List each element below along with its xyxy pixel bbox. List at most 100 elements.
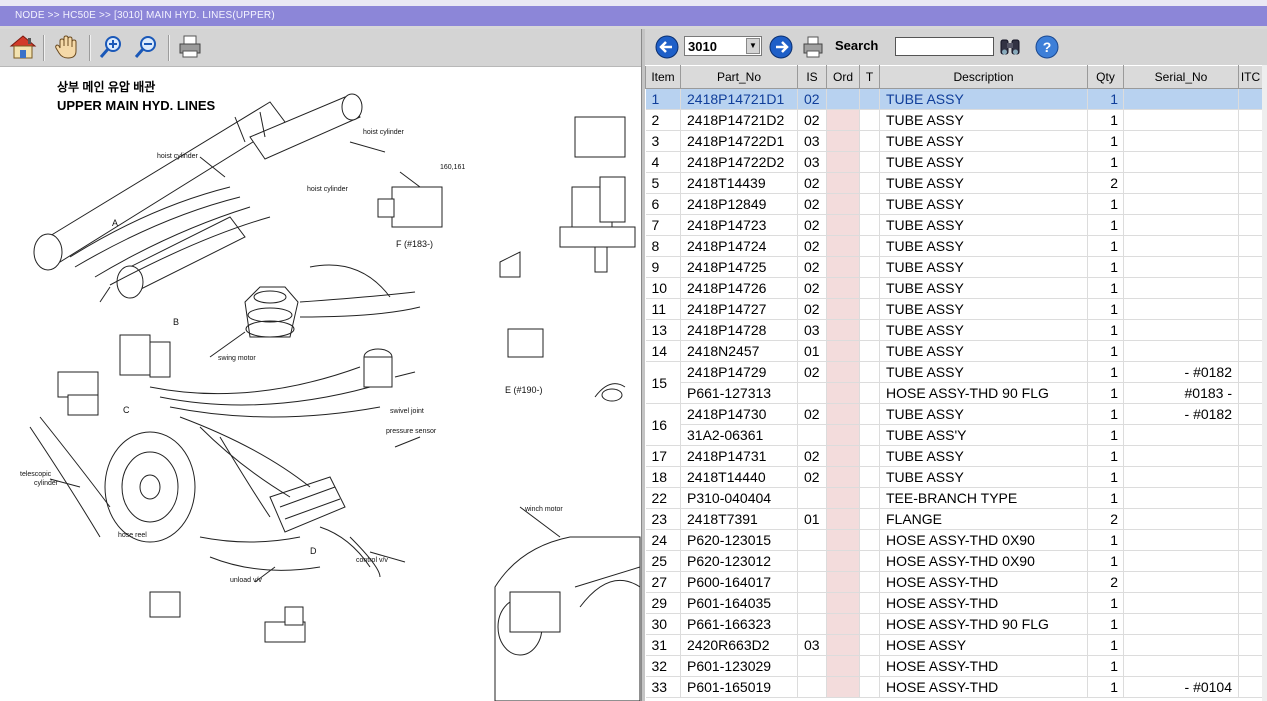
cell-is: 01 [797, 508, 827, 530]
print-icon[interactable] [801, 35, 825, 62]
table-row[interactable]: 7 2418P14723 02 TUBE ASSY 1 [645, 214, 1263, 236]
cell-is: 02 [797, 277, 827, 299]
table-scrollbar[interactable] [1262, 65, 1267, 701]
table-row[interactable]: 17 2418P14731 02 TUBE ASSY 1 [645, 445, 1263, 467]
table-row[interactable]: 10 2418P14726 02 TUBE ASSY 1 [645, 277, 1263, 299]
cell-t [859, 634, 880, 656]
table-row[interactable]: 14 2418N2457 01 TUBE ASSY 1 [645, 340, 1263, 362]
cell-item: 29 [645, 592, 681, 614]
back-arrow-icon[interactable] [655, 35, 679, 62]
column-header-t[interactable]: T [859, 65, 880, 89]
column-header-serial-no[interactable]: Serial_No [1123, 65, 1239, 89]
cell-is: 02 [797, 445, 827, 467]
table-row[interactable]: 32 P601-123029 HOSE ASSY-THD 1 [645, 655, 1263, 677]
column-header-qty[interactable]: Qty [1087, 65, 1124, 89]
column-header-item[interactable]: Item [645, 65, 681, 89]
search-input[interactable] [895, 37, 994, 56]
cell-serial-no [1123, 214, 1239, 236]
cell-part-no: 2418P14721D1 [680, 88, 798, 110]
cell-is [797, 655, 827, 677]
chevron-down-icon[interactable]: ▼ [746, 38, 760, 54]
zoom-in-icon[interactable] [96, 33, 126, 61]
table-row[interactable]: 15 2418P14729 02 TUBE ASSY 1- #0182 [645, 361, 1263, 404]
hand-icon[interactable] [51, 33, 81, 61]
cell-is: 02 [797, 193, 827, 215]
table-row[interactable]: 18 2418T14440 02 TUBE ASSY 1 [645, 466, 1263, 488]
cell-item: 4 [645, 151, 681, 173]
cell-t [859, 571, 880, 593]
cell-item: 22 [645, 487, 681, 509]
home-icon[interactable] [8, 33, 38, 61]
cell-qty: 1 [1087, 676, 1124, 698]
table-row[interactable]: 31A2-06361 TUBE ASS'Y 1 [646, 424, 1263, 446]
cell-description: HOSE ASSY-THD [879, 571, 1088, 593]
label-detail-e: E (#190-) [505, 385, 543, 395]
forward-arrow-icon[interactable] [769, 35, 793, 62]
column-header-itc[interactable]: ITC [1238, 65, 1263, 89]
cell-t [859, 508, 880, 530]
diagram-drawing: 상부 메인 유압 배관 UPPER MAIN HYD. LINES hoist … [20, 79, 641, 701]
table-row[interactable]: 2 2418P14721D2 02 TUBE ASSY 1 [645, 109, 1263, 131]
table-row[interactable]: P661-127313 HOSE ASSY-THD 90 FLG 1 #0183 - [646, 382, 1263, 404]
cell-itc [1238, 550, 1263, 572]
table-row[interactable]: 11 2418P14727 02 TUBE ASSY 1 [645, 298, 1263, 320]
cell-qty: 2 [1087, 571, 1124, 593]
cell-is: 03 [797, 151, 827, 173]
table-row[interactable]: 9 2418P14725 02 TUBE ASSY 1 [645, 256, 1263, 278]
cell-part-no: P661-127313 [680, 382, 798, 404]
cell-serial-no [1123, 613, 1239, 635]
cell-qty: 1 [1087, 109, 1124, 131]
cell-item: 10 [645, 277, 681, 299]
table-row[interactable]: 30 P661-166323 HOSE ASSY-THD 90 FLG 1 [645, 613, 1263, 635]
cell-item: 13 [645, 319, 681, 341]
column-header-is[interactable]: IS [797, 65, 827, 89]
table-row[interactable]: 8 2418P14724 02 TUBE ASSY 1 [645, 235, 1263, 257]
column-header-description[interactable]: Description [879, 65, 1088, 89]
cell-itc [1238, 214, 1263, 236]
table-row[interactable]: 25 P620-123012 HOSE ASSY-THD 0X90 1 [645, 550, 1263, 572]
table-row[interactable]: 33 P601-165019 HOSE ASSY-THD 1- #0104 [645, 676, 1263, 698]
cell-serial-no [1123, 508, 1239, 530]
zoom-out-icon[interactable] [131, 33, 161, 61]
table-row[interactable]: 5 2418T14439 02 TUBE ASSY 2 [645, 172, 1263, 194]
table-row[interactable]: 1 2418P14721D1 02 TUBE ASSY 1 [645, 88, 1263, 110]
cell-is: 02 [797, 235, 827, 257]
parts-diagram[interactable]: 상부 메인 유압 배관 UPPER MAIN HYD. LINES hoist … [0, 67, 641, 701]
binoculars-icon[interactable] [998, 35, 1022, 62]
cell-t [859, 445, 880, 467]
part-number-select[interactable]: 3010 ▼ [684, 36, 762, 56]
cell-itc [1238, 445, 1263, 467]
column-header-part-no[interactable]: Part_No [680, 65, 798, 89]
table-row[interactable]: 27 P600-164017 HOSE ASSY-THD 2 [645, 571, 1263, 593]
search-label: Search [835, 38, 879, 53]
cell-t [859, 424, 880, 446]
table-row[interactable]: 6 2418P12849 02 TUBE ASSY 1 [645, 193, 1263, 215]
parts-table[interactable]: Item Part_No IS Ord T Description Qty Se… [645, 65, 1267, 701]
column-header-ord[interactable]: Ord [826, 65, 860, 89]
help-icon[interactable]: ? [1035, 35, 1059, 62]
cell-ord [826, 676, 860, 698]
cell-item: 6 [645, 193, 681, 215]
cell-description: TUBE ASSY [879, 445, 1088, 467]
diagram-toolbar [0, 29, 641, 67]
cell-itc [1238, 256, 1263, 278]
table-row[interactable]: 29 P601-164035 HOSE ASSY-THD 1 [645, 592, 1263, 614]
cell-t [859, 529, 880, 551]
table-row[interactable]: 24 P620-123015 HOSE ASSY-THD 0X90 1 [645, 529, 1263, 551]
toolbar-separator [89, 35, 91, 61]
table-row[interactable]: 3 2418P14722D1 03 TUBE ASSY 1 [645, 130, 1263, 152]
table-row[interactable]: 23 2418T7391 01 FLANGE 2 [645, 508, 1263, 530]
table-row[interactable]: 31 2420R663D2 03 HOSE ASSY 1 [645, 634, 1263, 656]
cell-ord [826, 193, 860, 215]
cell-t [859, 550, 880, 572]
table-row[interactable]: 16 2418P14730 02 TUBE ASSY 1- #0182 [645, 403, 1263, 446]
table-row[interactable]: 22 P310-040404 TEE-BRANCH TYPE 1 [645, 487, 1263, 509]
cell-ord [826, 151, 860, 173]
table-row[interactable]: 4 2418P14722D2 03 TUBE ASSY 1 [645, 151, 1263, 173]
table-row[interactable]: 13 2418P14728 03 TUBE ASSY 1 [645, 319, 1263, 341]
print-icon[interactable] [175, 33, 205, 61]
cell-serial-no [1123, 445, 1239, 467]
label-hoist-cylinder: hoist cylinder [363, 129, 405, 136]
cell-is: 02 [797, 298, 827, 320]
cell-description: TUBE ASSY [879, 235, 1088, 257]
